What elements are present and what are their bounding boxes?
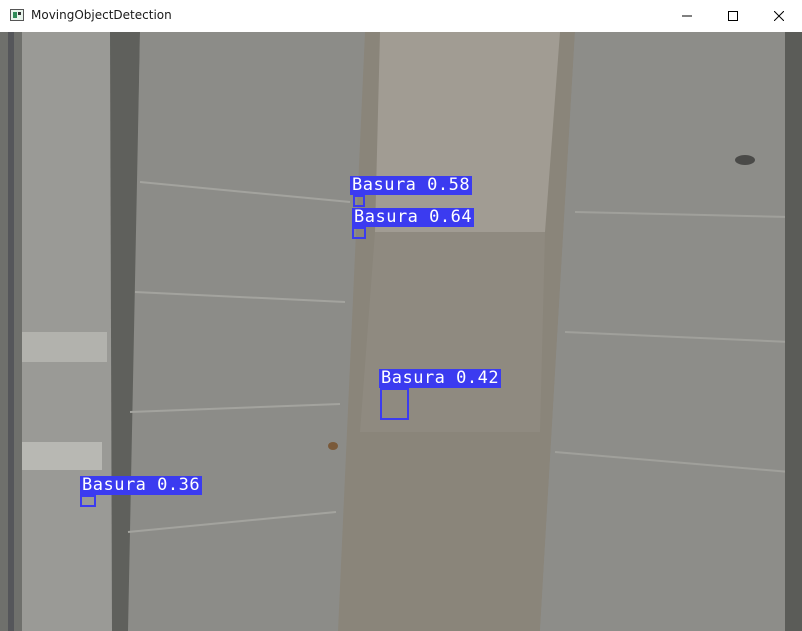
maximize-icon — [728, 11, 738, 21]
detection-box — [380, 388, 409, 420]
maximize-button[interactable] — [710, 0, 756, 32]
detection-box — [353, 195, 365, 207]
detection-box — [352, 227, 366, 239]
detection-label: Basura 0.42 — [379, 368, 502, 388]
close-icon — [774, 11, 784, 21]
title-bar[interactable]: MovingObjectDetection — [0, 0, 802, 33]
detection-label: Basura 0.36 — [80, 475, 203, 495]
close-button[interactable] — [756, 0, 802, 32]
app-icon — [10, 9, 24, 21]
drone-canal-image — [0, 32, 802, 631]
app-window: MovingObjectDetection Basura 0.58 Basura… — [0, 0, 802, 631]
detection-label: Basura 0.64 — [352, 207, 475, 227]
detection-box — [80, 495, 96, 507]
detection-label: Basura 0.58 — [350, 175, 473, 195]
minimize-icon — [682, 15, 692, 17]
window-title: MovingObjectDetection — [31, 8, 172, 22]
minimize-button[interactable] — [664, 0, 710, 32]
video-frame: Basura 0.58 Basura 0.64 Basura 0.42 Basu… — [0, 32, 802, 631]
